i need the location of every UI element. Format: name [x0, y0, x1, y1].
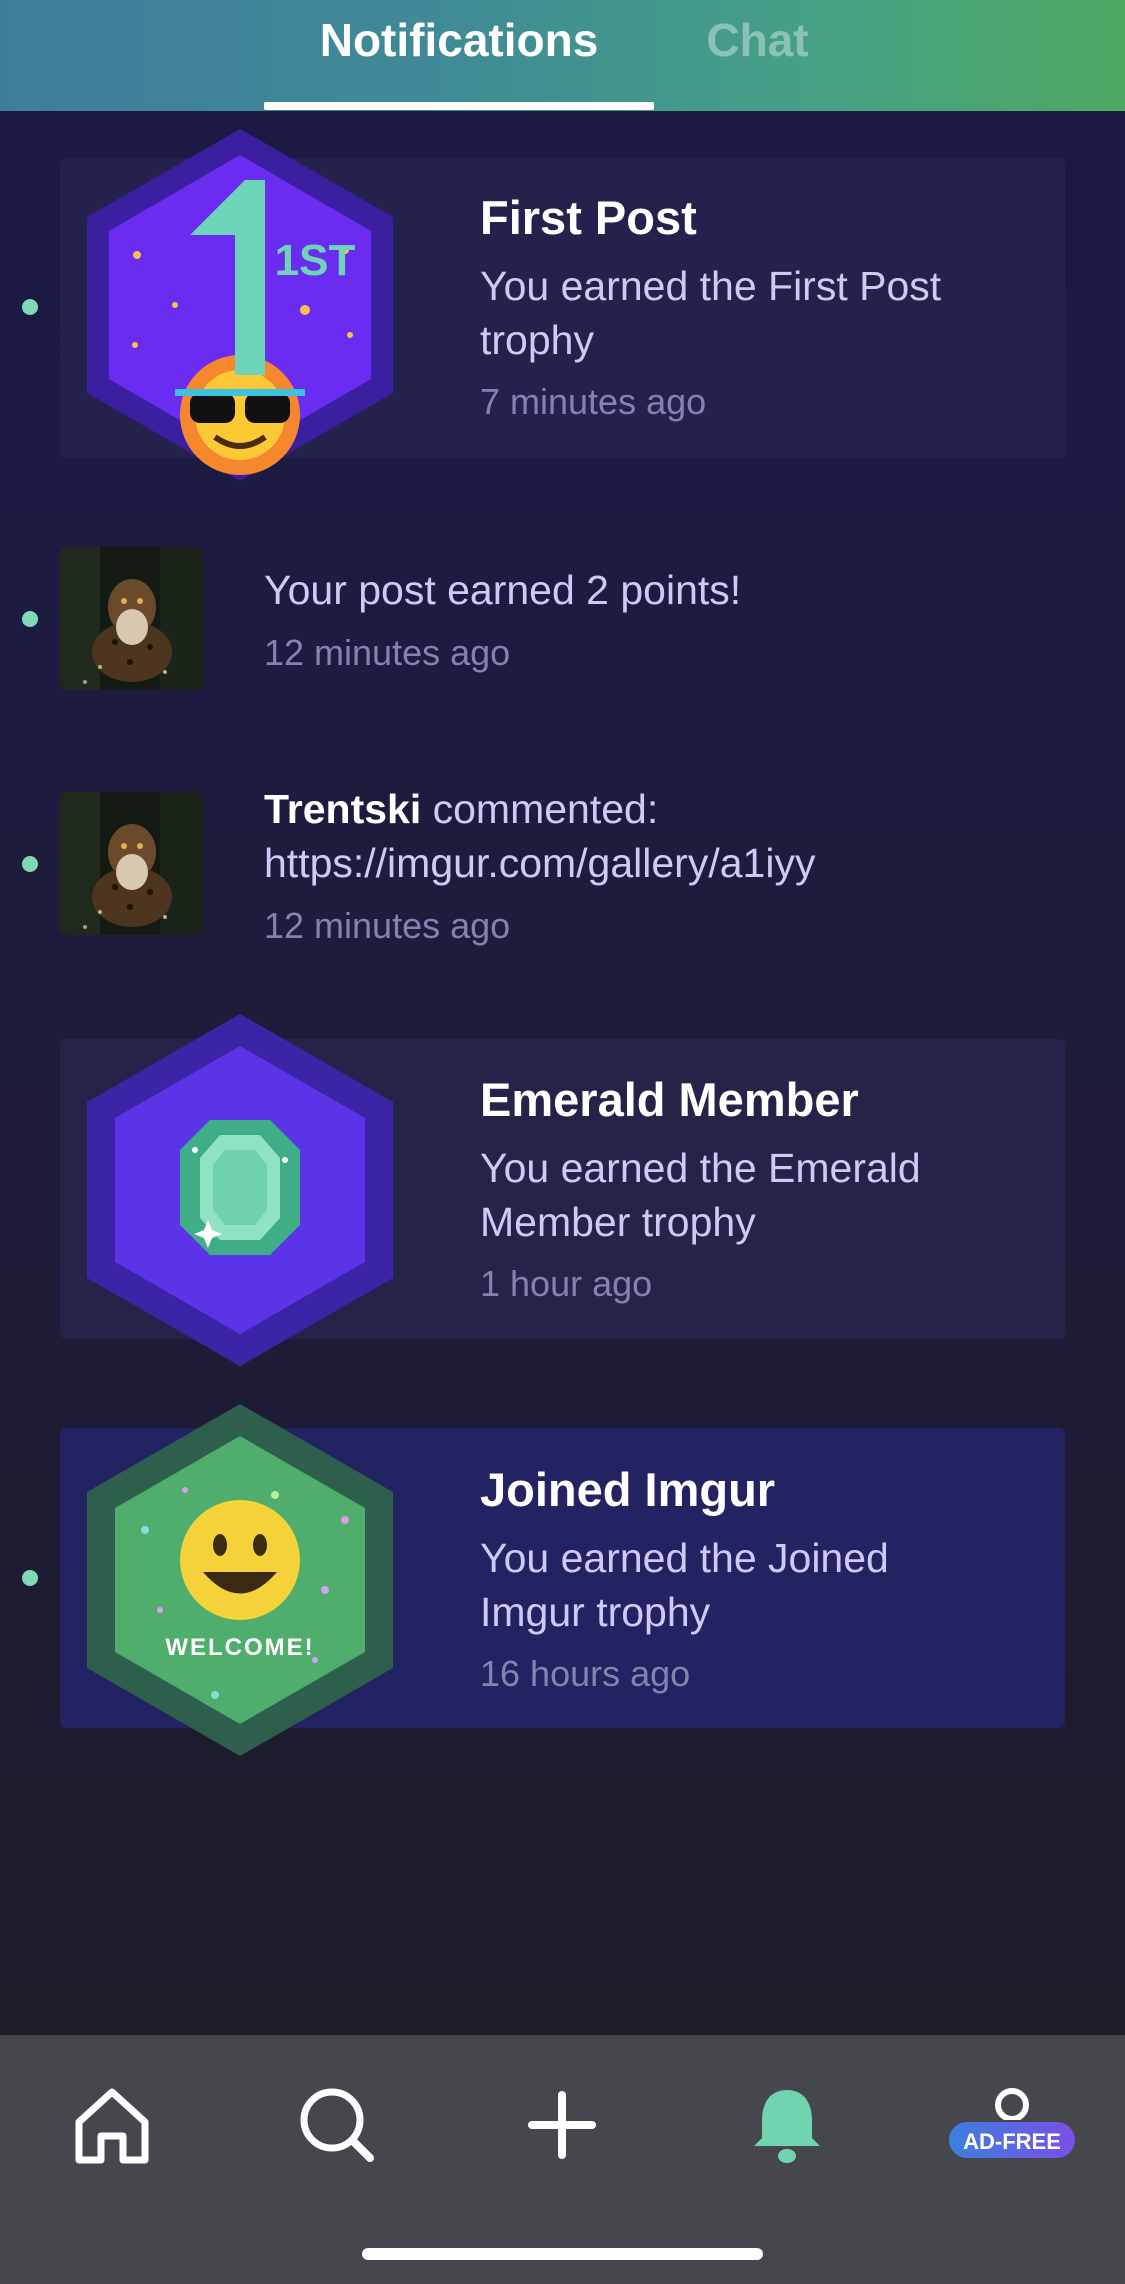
notification-text: Trentski commented: https://imgur.com/ga… [264, 782, 1074, 890]
unread-dot [22, 299, 38, 315]
notification-title: Emerald Member [480, 1073, 859, 1126]
tab-chat[interactable]: Chat [680, 0, 835, 111]
badge-text: WELCOME! [165, 1634, 314, 1661]
notification-description: You earned the Emerald Member trophy [480, 1145, 921, 1245]
bottom-nav-bar: AD-FREE [0, 2035, 1125, 2284]
home-icon[interactable] [67, 2080, 157, 2170]
welcome-badge: WELCOME! [75, 1400, 405, 1760]
notification-time: 12 minutes ago [264, 905, 511, 946]
leopard-thumbnail[interactable] [60, 792, 203, 935]
unread-dot [22, 611, 38, 627]
first-post-badge: 1ST [75, 125, 405, 485]
bell-icon[interactable] [742, 2080, 832, 2170]
tab-notifications[interactable]: Notifications [264, 0, 654, 111]
active-tab-indicator [264, 102, 654, 110]
leopard-thumbnail[interactable] [60, 547, 203, 690]
search-icon[interactable] [292, 2080, 382, 2170]
notification-text: Your post earned 2 points! [264, 567, 742, 613]
top-tab-bar: Notifications Chat [0, 0, 1125, 111]
notification-time: 7 minutes ago [480, 381, 707, 422]
notification-description: You earned the First Post trophy [480, 263, 942, 363]
unread-dot [22, 1570, 38, 1586]
badge-text: 1ST [275, 236, 356, 285]
notification-description: You earned the Joined Imgur trophy [480, 1535, 889, 1635]
notification-title: First Post [480, 191, 697, 244]
emerald-badge [75, 1010, 405, 1370]
home-indicator [362, 2248, 763, 2260]
ad-free-badge[interactable]: AD-FREE [947, 2120, 1077, 2160]
notification-time: 16 hours ago [480, 1653, 691, 1694]
notification-title: Joined Imgur [480, 1463, 776, 1516]
notification-time: 12 minutes ago [264, 632, 511, 673]
notification-time: 1 hour ago [480, 1263, 653, 1304]
unread-dot [22, 856, 38, 872]
plus-icon[interactable] [517, 2080, 607, 2170]
comment-username[interactable]: Trentski [264, 786, 421, 832]
